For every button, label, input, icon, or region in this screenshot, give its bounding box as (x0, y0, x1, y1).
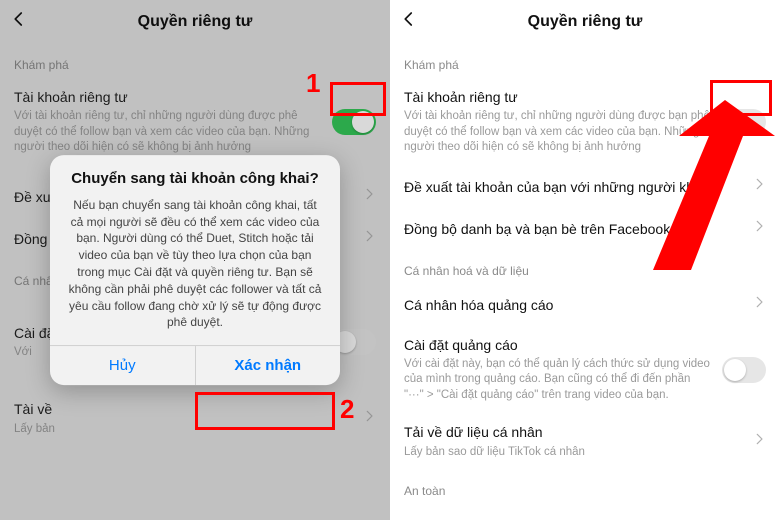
confirm-dialog: Chuyển sang tài khoản công khai? Nếu bạn… (50, 155, 340, 385)
private-account-row[interactable]: Tài khoản riêng tư Với tài khoản riêng t… (0, 78, 390, 166)
download-title: Tải về dữ liệu cá nhân (404, 423, 742, 441)
ad-settings-row[interactable]: Cài đặt quảng cáo Với cài đặt này, bạn c… (390, 326, 780, 414)
dialog-title: Chuyển sang tài khoản công khai? (50, 155, 340, 193)
section-safety: An toàn (390, 470, 780, 504)
chevron-right-icon (362, 187, 376, 206)
chevron-right-icon (362, 409, 376, 428)
cancel-button[interactable]: Hủy (50, 346, 195, 385)
ad-settings-toggle[interactable] (722, 357, 766, 383)
ad-personalize-title: Cá nhân hóa quảng cáo (404, 296, 742, 314)
private-account-desc: Với tài khoản riêng tư, chỉ những người … (14, 109, 322, 156)
section-explore: Khám phá (0, 44, 390, 78)
download-row[interactable]: Tải về dữ liệu cá nhân Lấy bản sao dữ li… (390, 413, 780, 470)
ad-settings-desc: Với cài đặt này, bạn có thể quản lý cách… (404, 357, 712, 404)
download-desc: Lấy bản (14, 422, 352, 438)
dialog-body: Nếu bạn chuyển sang tài khoản công khai,… (50, 193, 340, 345)
left-screenshot: Quyền riêng tư Khám phá Tài khoản riêng … (0, 0, 390, 520)
chevron-right-icon (752, 295, 766, 314)
chevron-right-icon (362, 229, 376, 248)
back-button[interactable] (400, 10, 424, 34)
annotation-badge-2: 2 (340, 394, 354, 425)
chevron-left-icon (400, 10, 418, 28)
page-title: Quyền riêng tư (138, 13, 253, 31)
download-desc: Lấy bản sao dữ liệu TikTok cá nhân (404, 445, 742, 461)
download-title: Tài về (14, 400, 352, 418)
annotation-badge-1: 1 (306, 68, 320, 99)
chevron-left-icon (10, 10, 28, 28)
private-account-toggle[interactable] (332, 109, 376, 135)
ad-settings-title: Cài đặt quảng cáo (404, 336, 712, 354)
confirm-button[interactable]: Xác nhận (195, 346, 341, 385)
header: Quyền riêng tư (0, 0, 390, 44)
section-explore: Khám phá (390, 44, 780, 78)
header: Quyền riêng tư (390, 0, 780, 44)
back-button[interactable] (10, 10, 34, 34)
ad-personalize-row[interactable]: Cá nhân hóa quảng cáo (390, 284, 780, 326)
chevron-right-icon (752, 432, 766, 451)
page-title: Quyền riêng tư (528, 13, 643, 31)
annotation-arrow (635, 100, 775, 270)
download-row[interactable]: Tài về Lấy bản (0, 390, 390, 447)
right-screenshot: Quyền riêng tư Khám phá Tài khoản riêng … (390, 0, 780, 520)
private-account-title: Tài khoản riêng tư (14, 88, 322, 106)
